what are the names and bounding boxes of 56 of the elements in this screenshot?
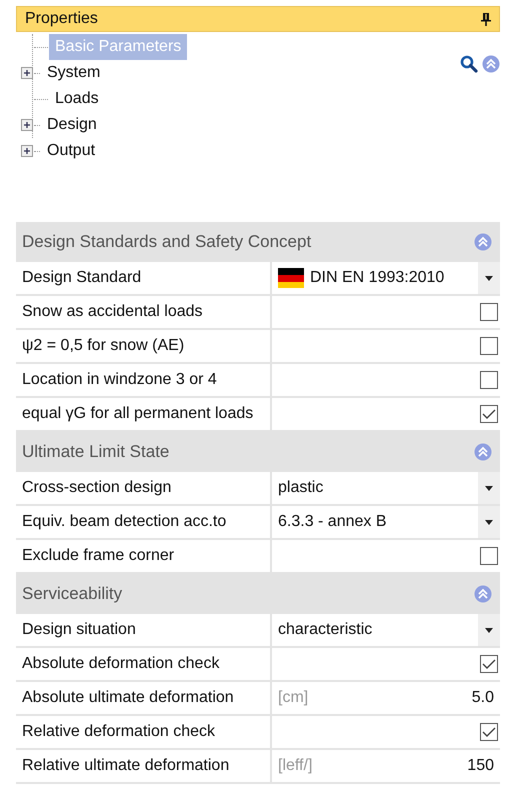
tree-item[interactable]: Output (41, 138, 102, 164)
property-label: Location in windzone 3 or 4 (16, 364, 272, 396)
property-label: Design situation (16, 614, 272, 646)
section-header[interactable]: Serviceability (16, 574, 500, 614)
unit-label: [cm] (278, 689, 308, 707)
property-label: Relative deformation check (16, 716, 272, 748)
dropdown-button[interactable] (478, 506, 500, 538)
dropdown-value[interactable]: characteristic (278, 621, 372, 639)
property-label: Relative ultimate deformation (16, 750, 272, 782)
section-title: Ultimate Limit State (22, 442, 170, 462)
section-title: Design Standards and Safety Concept (22, 232, 312, 252)
caret-icon (485, 486, 493, 490)
property-label: ψ2 = 0,5 for snow (AE) (16, 330, 272, 362)
property-label: Absolute ultimate deformation (16, 682, 272, 714)
dropdown-value[interactable]: DIN EN 1993:2010 (310, 269, 444, 287)
checkbox[interactable] (480, 337, 498, 355)
unit-label: [leff/] (278, 757, 312, 775)
checkbox[interactable] (480, 303, 498, 321)
flag-icon (278, 268, 304, 288)
panel-title: Properties (25, 10, 98, 28)
pin-icon[interactable] (481, 12, 491, 26)
tree-item[interactable]: Loads (49, 86, 105, 112)
property-label: Cross-section design (16, 472, 272, 504)
caret-icon (485, 628, 493, 632)
collapse-icon[interactable] (474, 443, 492, 461)
number-value[interactable]: 150 (467, 757, 494, 775)
search-icon[interactable] (460, 55, 478, 73)
property-label: Equiv. beam detection acc.to (16, 506, 272, 538)
section-header[interactable]: Ultimate Limit State (16, 432, 500, 472)
dropdown-button[interactable] (478, 614, 500, 646)
section-title: Serviceability (22, 584, 122, 604)
number-value[interactable]: 5.0 (472, 689, 494, 707)
expand-icon[interactable] (21, 119, 33, 131)
collapse-icon[interactable] (474, 233, 492, 251)
collapse-icon[interactable] (474, 585, 492, 603)
dropdown-button[interactable] (478, 262, 500, 294)
tree-item[interactable]: System (41, 60, 106, 86)
property-label: Design Standard (16, 262, 272, 294)
caret-icon (485, 520, 493, 524)
property-label: Exclude frame corner (16, 540, 272, 572)
dropdown-button[interactable] (478, 472, 500, 504)
caret-icon (485, 276, 493, 280)
property-label: Absolute deformation check (16, 648, 272, 680)
checkbox[interactable] (480, 655, 498, 673)
checkbox[interactable] (480, 371, 498, 389)
expand-icon[interactable] (21, 145, 33, 157)
tree-item[interactable]: Design (41, 112, 103, 138)
property-label: Snow as accidental loads (16, 296, 272, 328)
dropdown-value[interactable]: plastic (278, 479, 324, 497)
dropdown-value[interactable]: 6.3.3 - annex B (278, 513, 387, 531)
section-header[interactable]: Design Standards and Safety Concept (16, 222, 500, 262)
expand-icon[interactable] (21, 67, 33, 79)
property-label: equal γG for all permanent loads (16, 398, 272, 430)
checkbox[interactable] (480, 547, 498, 565)
checkbox[interactable] (480, 405, 498, 423)
checkbox[interactable] (480, 723, 498, 741)
